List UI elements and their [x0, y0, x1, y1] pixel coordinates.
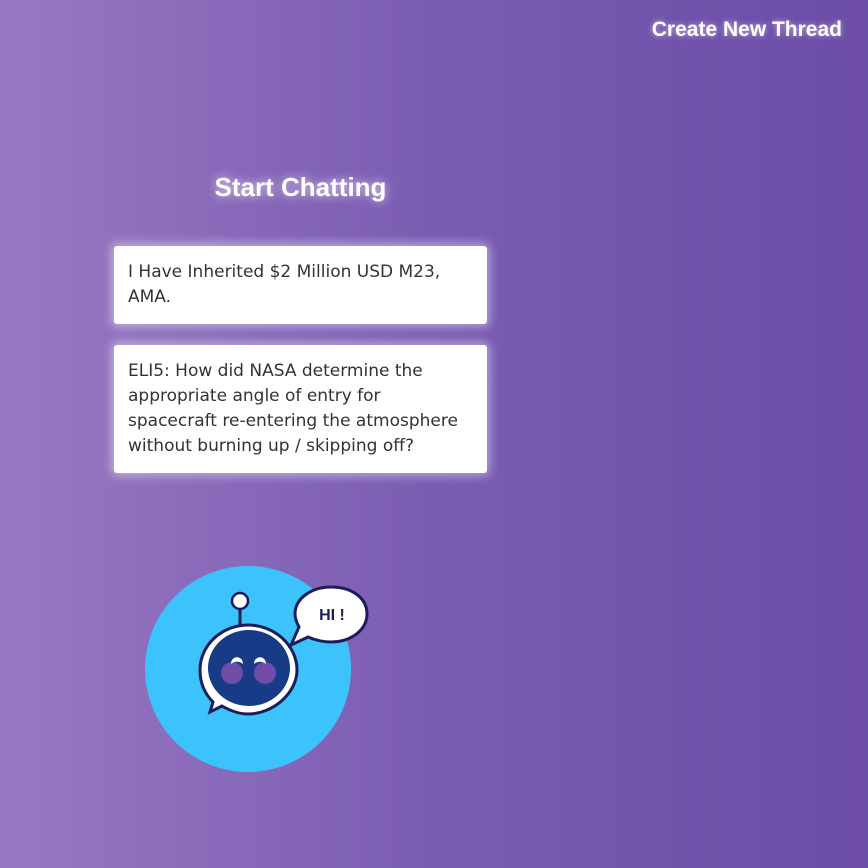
robot-cheek — [221, 662, 243, 684]
thread-card[interactable]: I Have Inherited $2 Million USD M23, AMA… — [114, 246, 487, 324]
thread-card[interactable]: ELI5: How did NASA determine the appropr… — [114, 345, 487, 473]
antenna-ball — [230, 591, 250, 611]
page-title: Start Chatting — [214, 172, 387, 202]
create-new-thread-button[interactable]: Create New Thread — [652, 18, 842, 42]
robot-chat-icon: HI ! — [145, 566, 369, 772]
robot-cheek — [254, 662, 276, 684]
speech-bubble-text: HI ! — [319, 607, 345, 624]
robot-face — [208, 630, 290, 706]
